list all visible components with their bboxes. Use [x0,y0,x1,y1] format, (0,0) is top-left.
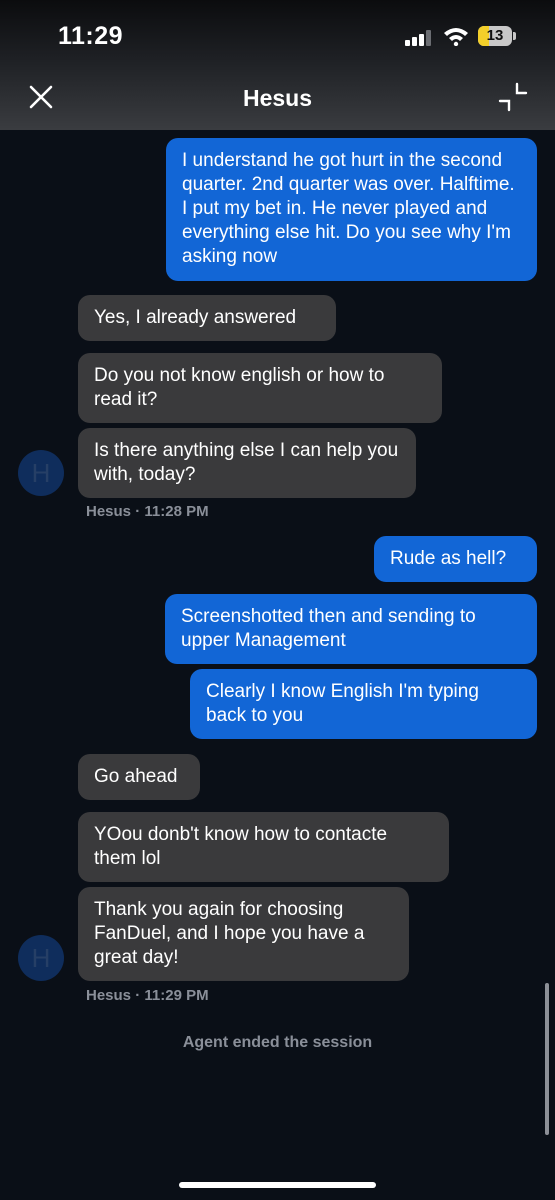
wifi-icon [444,28,468,46]
status-time: 11:29 [58,22,124,50]
home-indicator[interactable] [179,1182,376,1188]
chat-title: Hesus [242,85,313,111]
meta-sender: Hesus [86,987,132,1004]
agent-avatar: H [18,935,64,981]
message-bubble-agent: Is there anything else I can help you wi… [78,428,416,498]
message-bubble-user: I understand he got hurt in the second q… [166,138,537,281]
message-bubble-user: Screenshotted then and sending to upper … [165,594,537,664]
battery-level: 13 [486,27,504,44]
cellular-signal-icon [405,30,433,46]
message-bubble-agent: Thank you again for choosing FanDuel, an… [78,887,409,981]
message-meta: Hesus · 11:28 PM [86,503,209,520]
message-bubble-agent: YOou donb't know how to contacte them lo… [78,812,449,882]
meta-sender: Hesus [86,503,132,520]
minimize-icon[interactable] [498,82,528,112]
message-bubble-agent: Yes, I already answered [78,295,336,341]
battery-tip [513,32,516,40]
battery-icon: 13 [478,26,512,46]
agent-avatar: H [18,450,64,496]
session-ended-notice: Agent ended the session [182,1034,373,1051]
message-bubble-user: Rude as hell? [374,536,537,582]
message-bubble-agent: Go ahead [78,754,200,800]
scrollbar[interactable] [545,983,549,1135]
top-bar: 11:29 13 Hesus [0,0,555,130]
message-meta: Hesus · 11:29 PM [86,987,209,1004]
meta-time: 11:28 PM [144,503,209,520]
message-bubble-agent: Do you not know english or how to read i… [78,353,442,423]
meta-time: 11:29 PM [144,987,209,1004]
message-bubble-user: Clearly I know English I'm typing back t… [190,669,537,739]
